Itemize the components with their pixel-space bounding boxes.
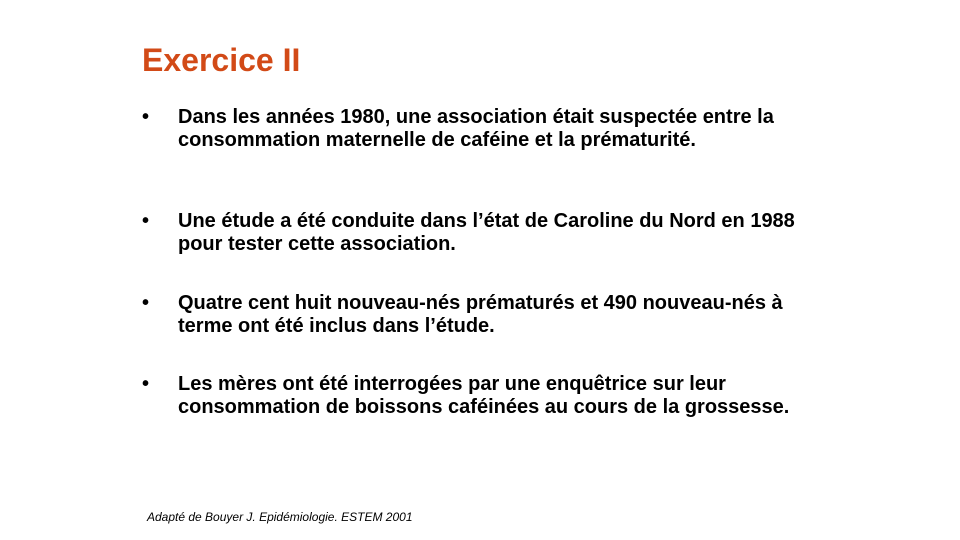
- bullet-marker: •: [142, 373, 150, 395]
- slide-title: Exercice II: [142, 42, 301, 78]
- bullet-marker: •: [142, 106, 150, 128]
- bullet-text: Dans les années 1980, une association ét…: [178, 106, 774, 151]
- bullet-marker: •: [142, 292, 150, 314]
- bullet-text: Les mères ont été interrogées par une en…: [178, 373, 790, 418]
- bullet-text: Une étude a été conduite dans l’état de …: [178, 210, 795, 255]
- bullet-marker: •: [142, 210, 150, 232]
- source-citation: Adapté de Bouyer J. Epidémiologie. ESTEM…: [147, 510, 413, 524]
- slide: Exercice II • Dans les années 1980, une …: [0, 0, 960, 540]
- bullet-text: Quatre cent huit nouveau-nés prématurés …: [178, 292, 783, 337]
